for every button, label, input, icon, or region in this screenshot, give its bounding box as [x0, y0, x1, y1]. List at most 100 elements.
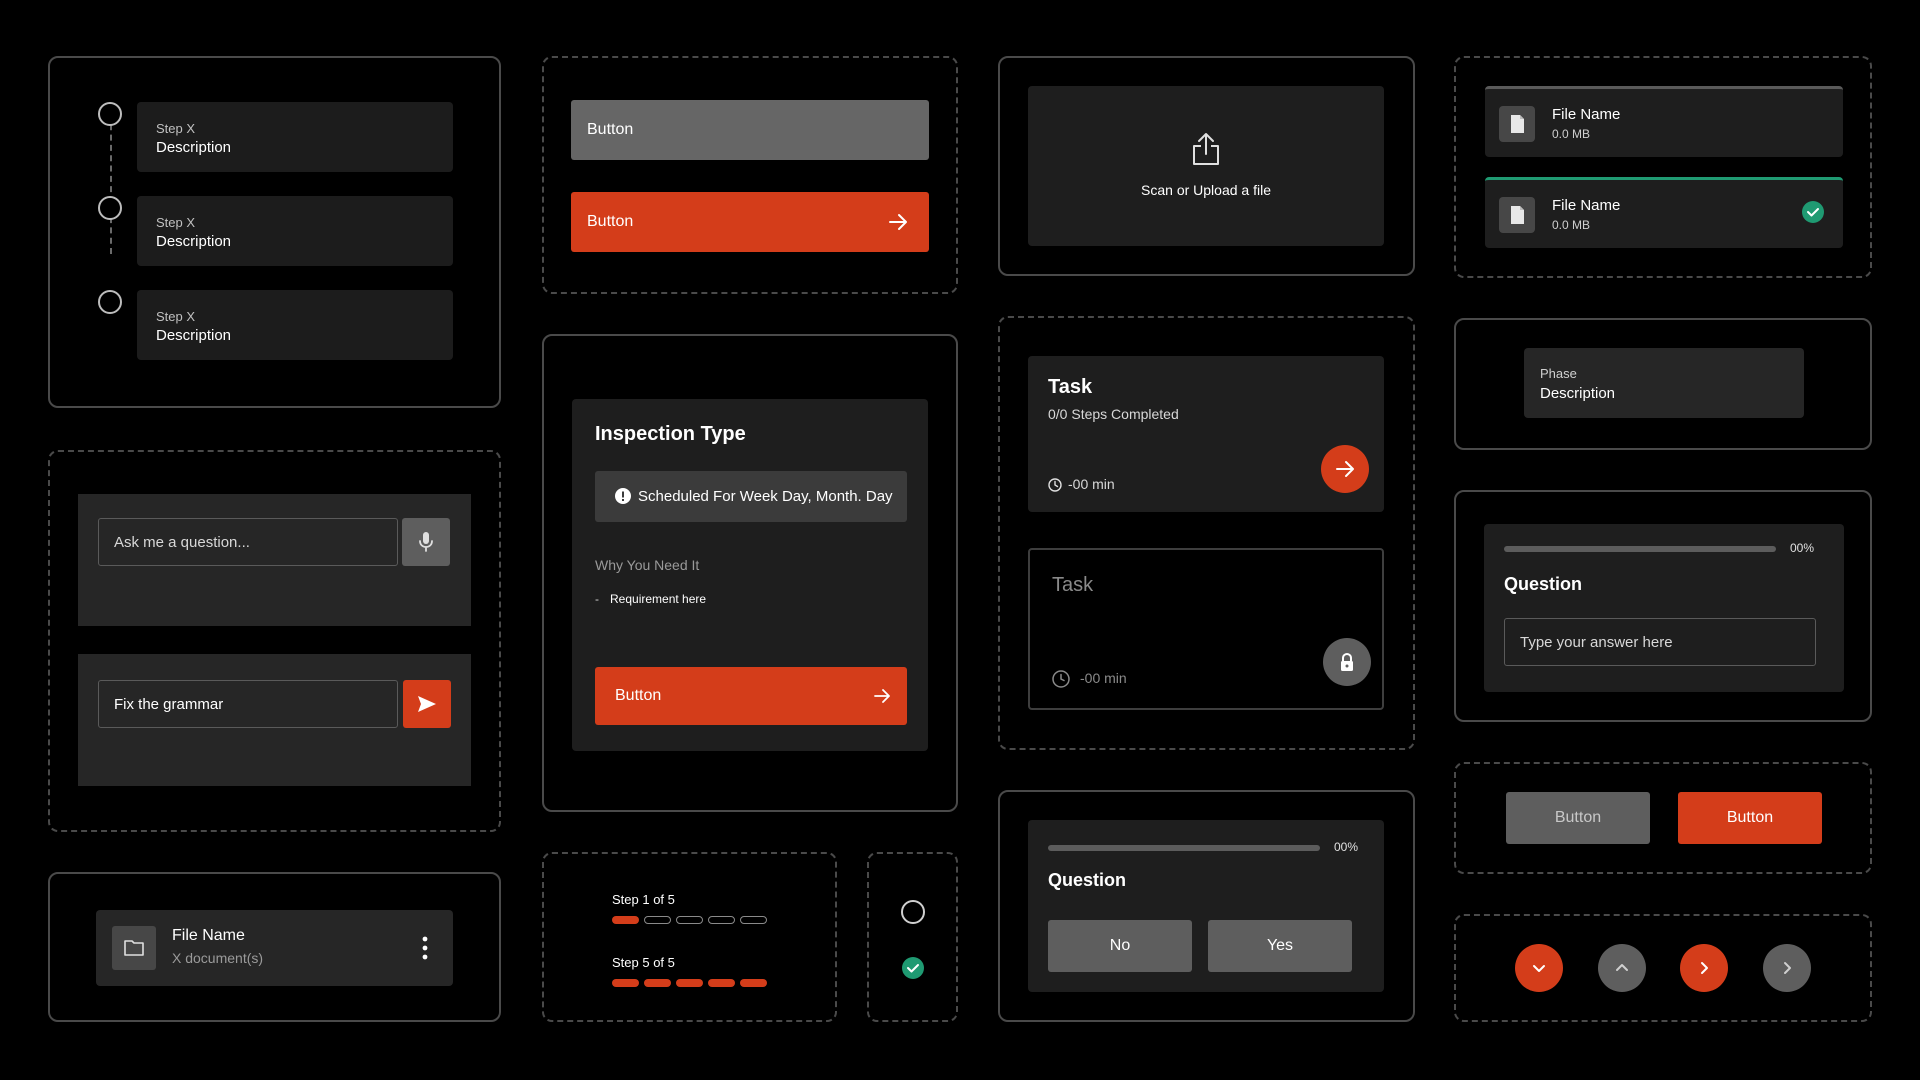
question-title: Question [1048, 870, 1127, 890]
why-label: Why You Need It [595, 557, 700, 573]
segment-filled [740, 979, 767, 987]
schedule-text: Scheduled For Week Day, Month. Day [638, 488, 893, 505]
radio-frame [867, 852, 958, 1022]
step-description: Description [156, 327, 232, 344]
no-button[interactable]: No [1048, 920, 1192, 972]
segment-row [612, 979, 772, 987]
chevron-right-icon [1784, 962, 1791, 974]
phase-card[interactable]: Phase Description [1524, 348, 1804, 418]
step-circle-3[interactable] [98, 290, 122, 314]
step-progress-label: Step 5 of 5 [612, 955, 675, 970]
answer-input[interactable] [1504, 618, 1816, 666]
step-circle-2[interactable] [98, 196, 122, 220]
segment-empty [708, 916, 735, 924]
button-label: Button [1726, 809, 1774, 826]
inspection-frame: Inspection Type Scheduled For Week Day, … [542, 334, 958, 812]
segment-filled [612, 979, 639, 987]
file-item-uploading[interactable]: File Name 0.0 MB [1485, 86, 1843, 157]
grammar-input[interactable] [98, 680, 398, 728]
chat-panel-voice [78, 494, 471, 626]
stepper-frame: Step X Description Step X Description St… [48, 56, 501, 408]
primary-button[interactable]: Button [1678, 792, 1822, 844]
upload-label: Scan or Upload a file [1141, 182, 1271, 198]
file-name: File Name [1552, 197, 1621, 214]
files-frame: File Name 0.0 MB File Name 0.0 MB [1454, 56, 1872, 278]
segment-empty [676, 916, 703, 924]
inspection-card: Inspection Type Scheduled For Week Day, … [572, 399, 928, 751]
file-item-complete[interactable]: File Name 0.0 MB [1485, 177, 1843, 248]
segment-progress-frame: Step 1 of 5 Step 5 of 5 [542, 852, 837, 1022]
tasks-frame: Task 0/0 Steps Completed -00 min Task -0… [998, 316, 1415, 750]
schedule-banner: Scheduled For Week Day, Month. Day [595, 471, 907, 522]
buttons-frame: Button Button [542, 56, 958, 294]
disabled-button[interactable]: Button [571, 100, 929, 160]
lock-icon [1341, 652, 1353, 671]
check-circle-icon[interactable] [901, 956, 925, 980]
radio-unchecked[interactable] [901, 900, 925, 924]
step-label: Step X [156, 121, 196, 136]
microphone-icon [419, 532, 433, 552]
step-card-1[interactable]: Step X Description [137, 102, 453, 172]
next-button[interactable] [1680, 944, 1728, 992]
button-label: No [1109, 937, 1131, 954]
phase-label: Phase [1540, 366, 1577, 381]
chevron-up-icon [1616, 964, 1628, 971]
chevron-right-icon [1701, 962, 1708, 974]
stepper-connector [110, 114, 112, 254]
progress-label: 00% [1790, 541, 1815, 555]
file-name: File Name [1552, 106, 1621, 123]
inspection-button[interactable]: Button [595, 667, 907, 725]
yes-button[interactable]: Yes [1208, 920, 1352, 972]
more-vertical-icon[interactable] [420, 935, 430, 961]
requirement-dash: - [595, 592, 599, 606]
clock-icon [1052, 670, 1070, 688]
task-open-button[interactable] [1321, 445, 1369, 493]
folder-frame: File Name X document(s) [48, 872, 501, 1022]
info-icon [615, 488, 631, 504]
next-disabled-button[interactable] [1763, 944, 1811, 992]
secondary-button[interactable]: Button [1506, 792, 1650, 844]
progress-track [1048, 845, 1320, 851]
requirement-text: Requirement here [610, 592, 707, 606]
document-icon [1499, 106, 1535, 142]
button-label: Yes [1266, 937, 1294, 954]
primary-arrow-button[interactable]: Button [571, 192, 929, 252]
progress-label: 00% [1334, 840, 1359, 854]
document-icon [1499, 197, 1535, 233]
ask-input[interactable] [98, 518, 398, 566]
chevron-down-icon [1533, 965, 1545, 972]
task-card-active[interactable]: Task 0/0 Steps Completed -00 min [1028, 356, 1384, 512]
microphone-button[interactable] [402, 518, 450, 566]
step-label: Step X [156, 309, 196, 324]
segment-filled [708, 979, 735, 987]
step-description: Description [156, 233, 232, 250]
folder-item[interactable]: File Name X document(s) [96, 910, 453, 986]
button-label: Button [587, 121, 634, 138]
expand-button[interactable] [1515, 944, 1563, 992]
arrow-right-icon [889, 214, 907, 230]
step-label: Step X [156, 215, 196, 230]
segment-filled [644, 979, 671, 987]
step-card-2[interactable]: Step X Description [137, 196, 453, 266]
arrow-right-icon [874, 689, 890, 703]
button-pair-frame: Button Button [1454, 762, 1872, 874]
step-progress-label: Step 1 of 5 [612, 892, 675, 907]
question-card: 00% Question [1484, 524, 1844, 692]
task-title: Task [1048, 376, 1093, 398]
arrow-right-icon [1336, 461, 1354, 477]
step-circle-1[interactable] [98, 102, 122, 126]
send-button[interactable] [403, 680, 451, 728]
step-card-3[interactable]: Step X Description [137, 290, 453, 360]
question-yn-frame: 00% Question No Yes [998, 790, 1415, 1022]
button-label: Button [1554, 809, 1602, 826]
upload-dropzone[interactable]: Scan or Upload a file [1028, 86, 1384, 246]
lock-badge [1323, 638, 1371, 686]
progress-track [1504, 546, 1776, 552]
inspection-title: Inspection Type [595, 423, 746, 445]
phase-description: Description [1540, 385, 1616, 402]
chevron-buttons-frame [1454, 914, 1872, 1022]
phase-frame: Phase Description [1454, 318, 1872, 450]
collapse-button[interactable] [1598, 944, 1646, 992]
folder-count: X document(s) [172, 950, 264, 966]
segment-empty [644, 916, 671, 924]
